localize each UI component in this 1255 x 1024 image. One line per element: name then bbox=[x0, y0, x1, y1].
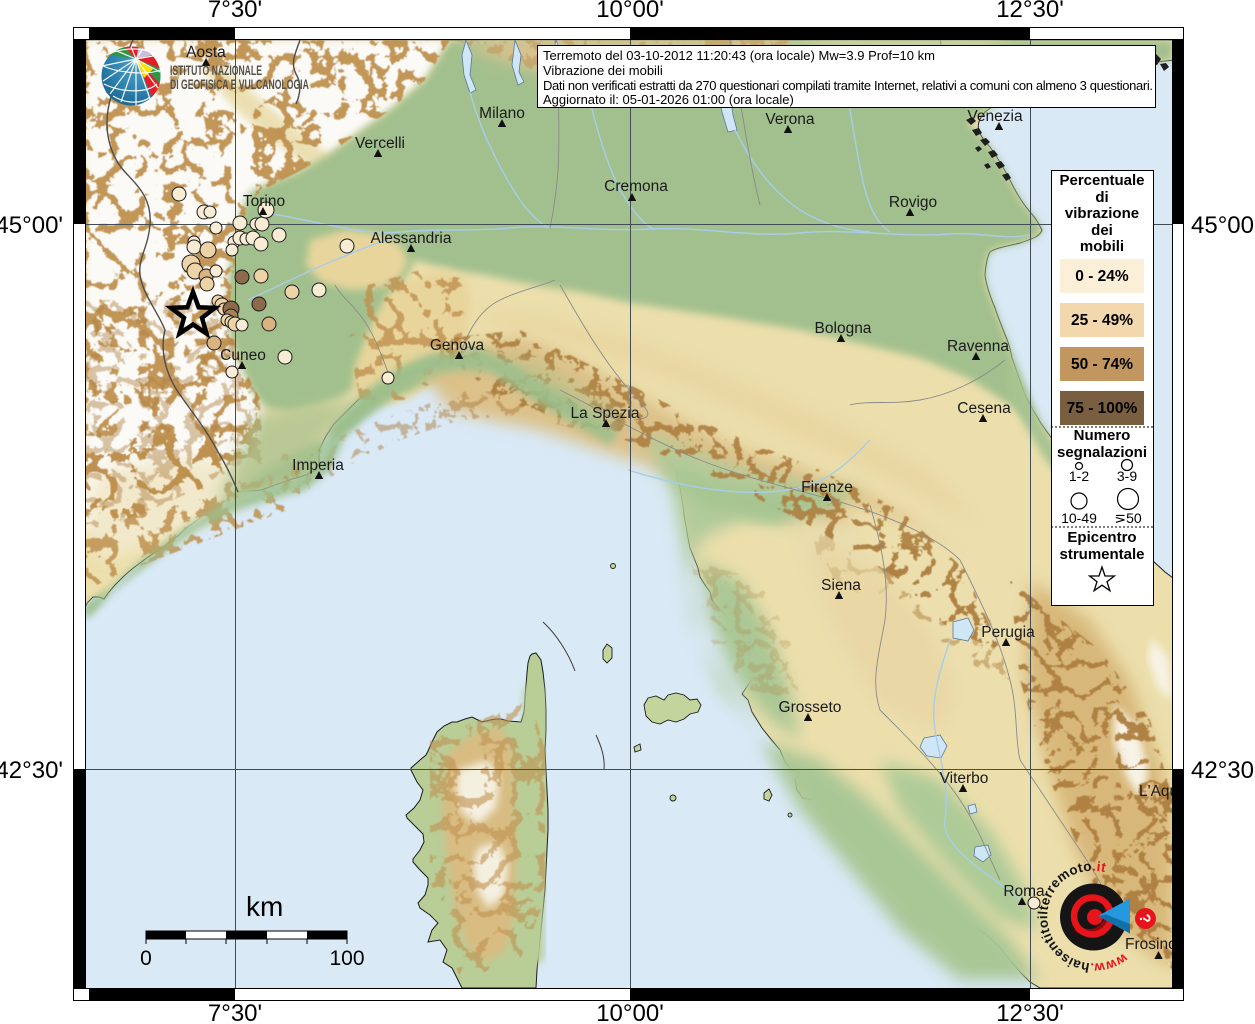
svg-text:45°00': 45°00' bbox=[0, 212, 63, 239]
svg-text:1-2: 1-2 bbox=[1069, 468, 1089, 484]
svg-text:Cesena: Cesena bbox=[957, 400, 1011, 417]
svg-text:Perugia: Perugia bbox=[981, 624, 1035, 641]
svg-text:segnalazioni: segnalazioni bbox=[1057, 444, 1147, 461]
svg-text:Verona: Verona bbox=[765, 111, 815, 128]
svg-text:strumentale: strumentale bbox=[1059, 546, 1144, 563]
svg-text:7°30': 7°30' bbox=[208, 0, 262, 23]
svg-text:12°30': 12°30' bbox=[996, 0, 1064, 23]
svg-text:L'Aquila: L'Aquila bbox=[1139, 783, 1194, 800]
svg-text:Percentuale: Percentuale bbox=[1059, 172, 1144, 189]
svg-text:Ravenna: Ravenna bbox=[947, 338, 1009, 355]
svg-text:mobili: mobili bbox=[1080, 238, 1124, 255]
svg-text:Grosseto: Grosseto bbox=[779, 699, 842, 716]
svg-text:100: 100 bbox=[329, 947, 364, 970]
svg-text:Cremona: Cremona bbox=[604, 178, 668, 195]
svg-text:Torino: Torino bbox=[243, 193, 285, 210]
svg-text:12°30': 12°30' bbox=[996, 1000, 1064, 1024]
svg-text:Vibrazione dei mobili: Vibrazione dei mobili bbox=[543, 63, 663, 78]
svg-text:La Spezia: La Spezia bbox=[571, 405, 640, 422]
svg-text:0: 0 bbox=[140, 947, 152, 970]
svg-text:10°00': 10°00' bbox=[596, 1000, 664, 1024]
svg-text:Viterbo: Viterbo bbox=[940, 770, 989, 787]
svg-text:dei: dei bbox=[1091, 222, 1113, 239]
svg-text:25 - 49%: 25 - 49% bbox=[1071, 312, 1133, 329]
svg-text:⋝50: ⋝50 bbox=[1114, 510, 1142, 526]
svg-text:10°00': 10°00' bbox=[596, 0, 664, 23]
svg-text:Dati non verificati estratti d: Dati non verificati estratti da 270 ques… bbox=[543, 78, 1153, 93]
svg-text:Cuneo: Cuneo bbox=[220, 347, 266, 364]
svg-text:10-49: 10-49 bbox=[1061, 510, 1097, 526]
svg-text:ISTITUTO NAZIONALE: ISTITUTO NAZIONALE bbox=[170, 64, 262, 78]
svg-text:DI GEOFISICA E VULCANOLOGIA: DI GEOFISICA E VULCANOLOGIA bbox=[170, 78, 309, 92]
svg-text:7°30': 7°30' bbox=[208, 1000, 262, 1024]
svg-text:Terremoto del 03-10-2012 11:20: Terremoto del 03-10-2012 11:20:43 (ora l… bbox=[543, 48, 935, 63]
svg-text:Epicentro: Epicentro bbox=[1067, 529, 1136, 546]
svg-text:di: di bbox=[1095, 189, 1108, 206]
svg-text:km: km bbox=[246, 891, 283, 922]
svg-text:Imperia: Imperia bbox=[292, 457, 344, 474]
svg-text:3-9: 3-9 bbox=[1117, 468, 1137, 484]
svg-text:0 - 24%: 0 - 24% bbox=[1075, 268, 1129, 285]
svg-text:Aggiornato il: 05-01-2026 01:0: Aggiornato il: 05-01-2026 01:00 (ora loc… bbox=[543, 92, 794, 107]
svg-text:Numero: Numero bbox=[1074, 427, 1131, 444]
svg-text:Venezia: Venezia bbox=[967, 108, 1023, 125]
svg-text:42°30': 42°30' bbox=[0, 757, 63, 784]
svg-text:45°00': 45°00' bbox=[1191, 212, 1255, 239]
svg-text:50 - 74%: 50 - 74% bbox=[1071, 356, 1133, 373]
svg-text:Bologna: Bologna bbox=[815, 320, 872, 337]
svg-text:Genova: Genova bbox=[430, 337, 485, 354]
svg-text:Vercelli: Vercelli bbox=[355, 135, 405, 152]
svg-text:Rovigo: Rovigo bbox=[889, 194, 937, 211]
svg-text:vibrazione: vibrazione bbox=[1065, 205, 1139, 222]
svg-text:Siena: Siena bbox=[821, 577, 861, 594]
svg-text:42°30': 42°30' bbox=[1191, 757, 1255, 784]
svg-text:75 - 100%: 75 - 100% bbox=[1067, 400, 1138, 417]
